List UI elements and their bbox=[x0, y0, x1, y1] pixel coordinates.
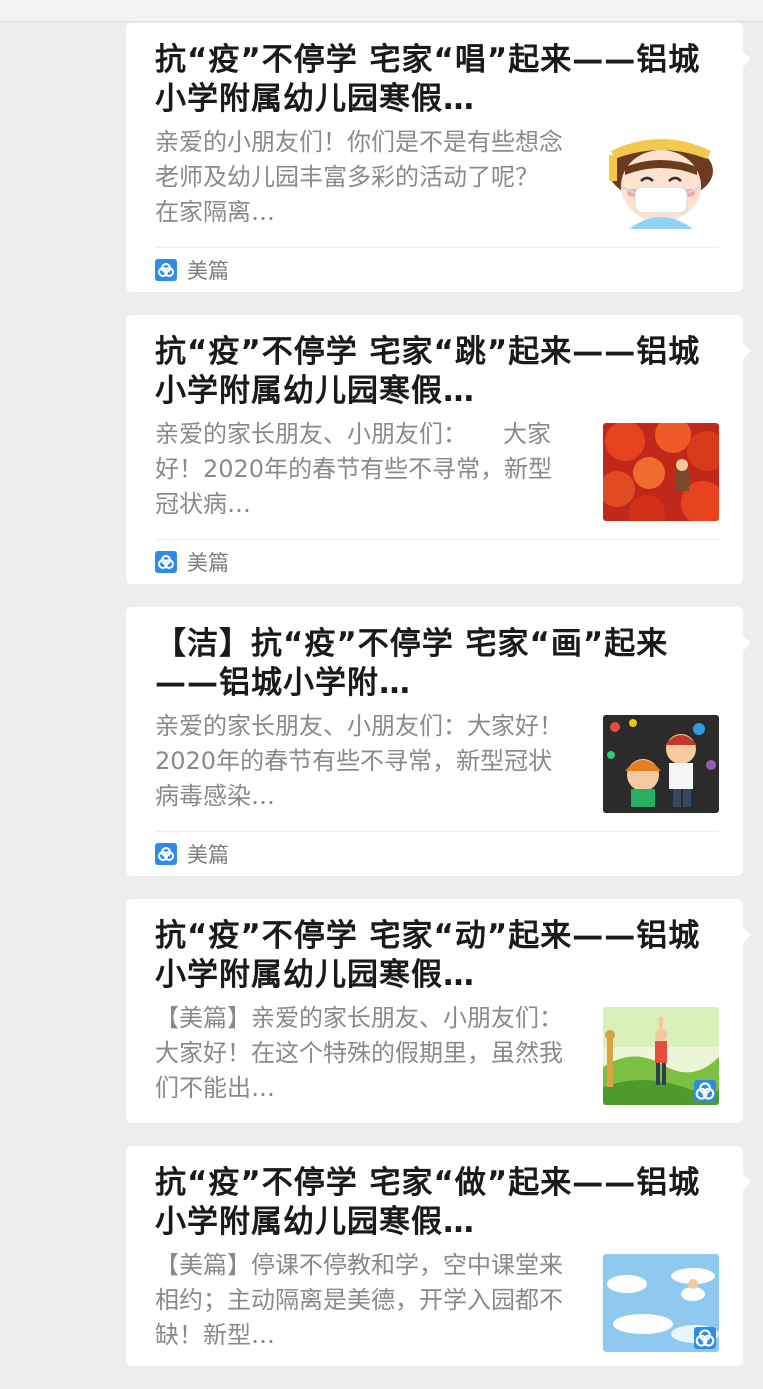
article-thumbnail bbox=[603, 423, 719, 521]
article-thumbnail bbox=[603, 1007, 719, 1105]
meipian-logo-icon bbox=[694, 1080, 716, 1102]
article-card[interactable]: 【洁】抗“疫”不停学 宅家“画”起来——铝城小学附… 亲爱的家长朋友、小朋友们：… bbox=[126, 607, 751, 876]
meipian-logo-icon bbox=[155, 551, 177, 573]
source-label: 美篇 bbox=[187, 843, 229, 867]
article-card[interactable]: 抗“疫”不停学 宅家“唱”起来——铝城小学附属幼儿园寒假… 亲爱的小朋友们！你们… bbox=[126, 23, 751, 292]
article-summary: 【美篇】停课不停教和学，空中课堂来相约；主动隔离是美德，开学入园都不缺！新型… bbox=[155, 1251, 563, 1349]
article-source: 美篇 bbox=[155, 831, 719, 876]
article-feed: 抗“疫”不停学 宅家“唱”起来——铝城小学附属幼儿园寒假… 亲爱的小朋友们！你们… bbox=[126, 23, 751, 1389]
article-card[interactable]: 抗“疫”不停学 宅家“动”起来——铝城小学附属幼儿园寒假… 【美篇】亲爱的家长朋… bbox=[126, 899, 751, 1123]
article-source: 美篇 bbox=[155, 539, 719, 584]
source-label: 美篇 bbox=[187, 551, 229, 575]
meipian-logo-icon bbox=[694, 1327, 716, 1349]
article-card[interactable]: 抗“疫”不停学 宅家“做”起来——铝城小学附属幼儿园寒假… 【美篇】停课不停教和… bbox=[126, 1146, 751, 1366]
meipian-logo-icon bbox=[155, 259, 177, 281]
article-title: 抗“疫”不停学 宅家“跳”起来——铝城小学附属幼儿园寒假… bbox=[155, 334, 701, 409]
article-summary: 亲爱的家长朋友、小朋友们： 大家好！2020年的春节有些不寻常，新型冠状病… bbox=[155, 420, 553, 518]
article-source: 美篇 bbox=[155, 247, 719, 292]
article-title: 抗“疫”不停学 宅家“动”起来——铝城小学附属幼儿园寒假… bbox=[155, 918, 701, 993]
article-summary: 亲爱的小朋友们！你们是不是有些想念老师及幼儿园丰富多彩的活动了呢？ 在家隔离… bbox=[155, 128, 563, 226]
meipian-logo-icon bbox=[155, 843, 177, 865]
source-label: 美篇 bbox=[187, 259, 229, 283]
article-thumbnail bbox=[603, 715, 719, 813]
article-summary: 【美篇】亲爱的家长朋友、小朋友们：大家好！在这个特殊的假期里，虽然我们不能出… bbox=[155, 1004, 563, 1102]
article-card[interactable]: 抗“疫”不停学 宅家“跳”起来——铝城小学附属幼儿园寒假… 亲爱的家长朋友、小朋… bbox=[126, 315, 751, 584]
article-thumbnail bbox=[603, 1254, 719, 1352]
article-thumbnail bbox=[603, 131, 719, 229]
article-title: 抗“疫”不停学 宅家“做”起来——铝城小学附属幼儿园寒假… bbox=[155, 1165, 701, 1240]
top-bar bbox=[0, 0, 763, 22]
article-title: 抗“疫”不停学 宅家“唱”起来——铝城小学附属幼儿园寒假… bbox=[155, 42, 701, 117]
article-title: 【洁】抗“疫”不停学 宅家“画”起来——铝城小学附… bbox=[155, 626, 669, 701]
article-summary: 亲爱的家长朋友、小朋友们：大家好！2020年的春节有些不寻常，新型冠状病毒感染… bbox=[155, 712, 563, 810]
